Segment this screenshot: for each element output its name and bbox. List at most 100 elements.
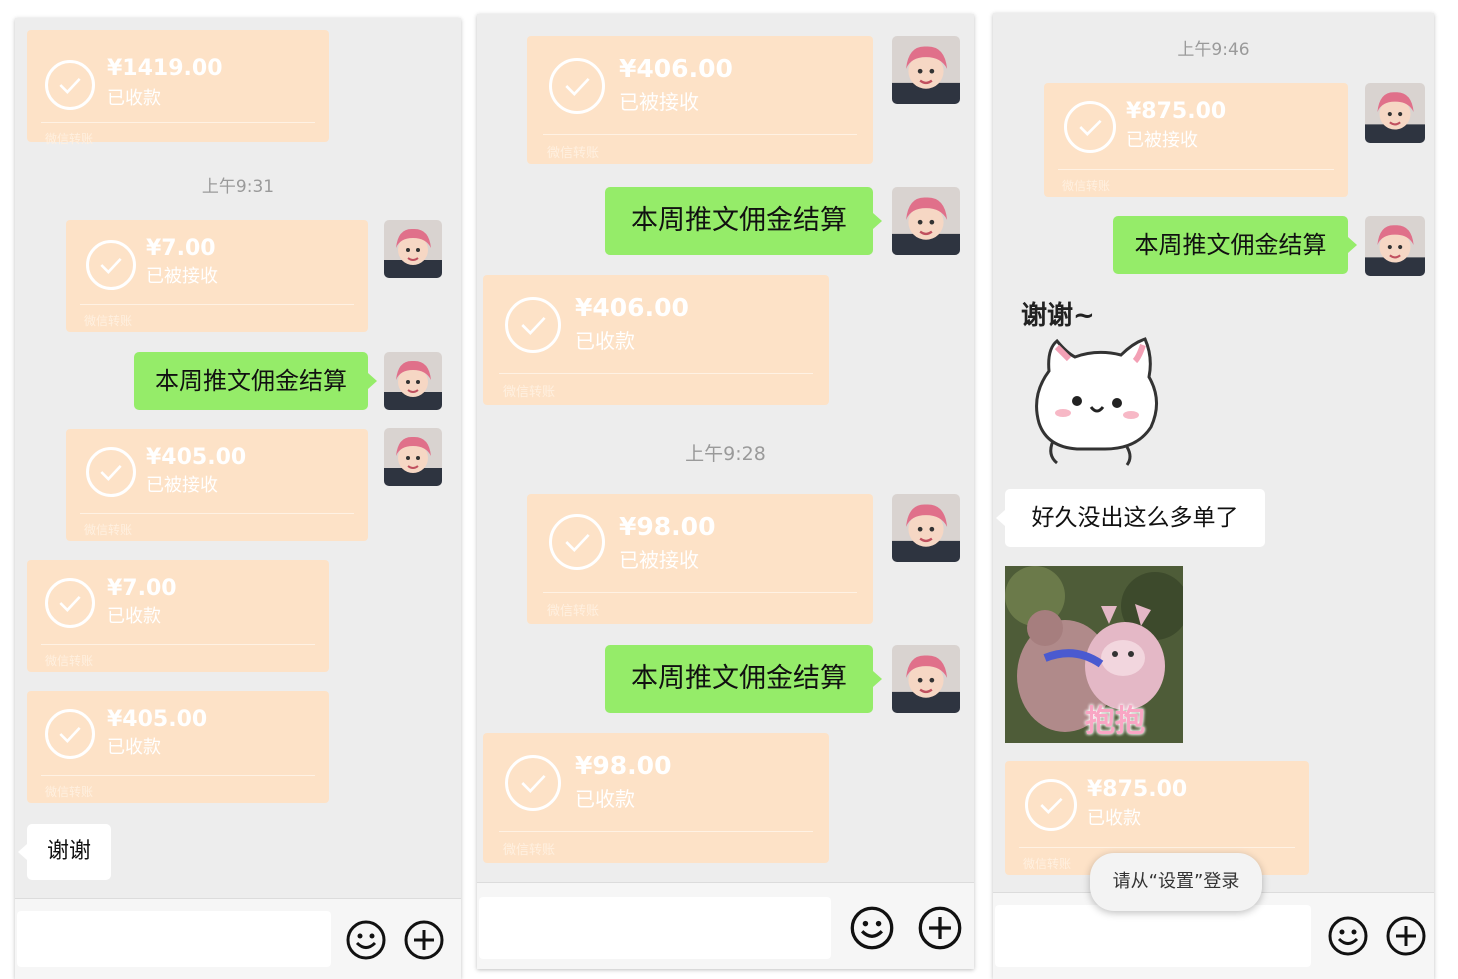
check-circle-icon bbox=[86, 447, 136, 497]
transfer-card[interactable]: ¥406.00 已被接收 微信转账 bbox=[527, 36, 873, 164]
transfer-status: 已被接收 bbox=[619, 548, 699, 572]
timestamp: 上午9:46 bbox=[1177, 40, 1250, 60]
avatar[interactable] bbox=[892, 494, 960, 562]
transfer-card[interactable]: ¥406.00 已收款 微信转账 bbox=[483, 275, 829, 405]
plus-icon[interactable] bbox=[1385, 915, 1427, 957]
cat-illustration bbox=[1035, 337, 1158, 466]
transfer-amount: ¥1419.00 bbox=[107, 56, 223, 81]
transfer-card[interactable]: ¥7.00 已收款 微信转账 bbox=[27, 560, 329, 672]
login-toast: 请从“设置”登录 bbox=[1090, 853, 1262, 911]
avatar[interactable] bbox=[1365, 216, 1425, 276]
cat-sticker[interactable]: 谢谢~ bbox=[1017, 293, 1187, 473]
check-circle-icon bbox=[549, 58, 605, 114]
check-circle-icon bbox=[505, 755, 561, 811]
transfer-status: 已收款 bbox=[107, 606, 161, 627]
transfer-amount: ¥7.00 bbox=[107, 576, 177, 601]
transfer-card[interactable]: ¥405.00 已收款 微信转账 bbox=[27, 691, 329, 803]
emoji-icon[interactable] bbox=[849, 905, 895, 951]
transfer-card[interactable]: ¥875.00 已被接收 微信转账 bbox=[1044, 83, 1348, 197]
received-message[interactable]: 谢谢 bbox=[27, 824, 111, 880]
check-circle-icon bbox=[45, 709, 95, 759]
divider bbox=[499, 373, 813, 374]
input-bar bbox=[15, 898, 461, 979]
transfer-amount: ¥875.00 bbox=[1126, 99, 1227, 124]
chat-panel-1: ¥1419.00 已收款 微信转账 上午9:31 ¥7.00 已被接收 微信转账… bbox=[15, 18, 461, 979]
divider bbox=[41, 122, 315, 123]
transfer-card[interactable]: ¥7.00 已被接收 微信转账 bbox=[66, 220, 368, 332]
chat-panel-2: ¥406.00 已被接收 微信转账 本周推文佣金结算 ¥406.00 已收款 微… bbox=[477, 14, 974, 969]
transfer-card[interactable]: ¥405.00 已被接收 微信转账 bbox=[66, 429, 368, 541]
bubble-tail bbox=[1348, 237, 1357, 253]
sent-message[interactable]: 本周推文佣金结算 bbox=[134, 352, 368, 410]
transfer-status: 已收款 bbox=[575, 787, 635, 811]
transfer-status: 已被接收 bbox=[619, 90, 699, 114]
transfer-footer: 微信转账 bbox=[84, 523, 133, 537]
timestamp: 上午9:31 bbox=[201, 177, 275, 197]
message-input[interactable] bbox=[17, 911, 331, 967]
transfer-amount: ¥405.00 bbox=[107, 707, 208, 732]
divider bbox=[543, 592, 857, 593]
check-circle-icon bbox=[549, 514, 605, 570]
transfer-amount: ¥405.00 bbox=[146, 445, 247, 470]
sent-message[interactable]: 本周推文佣金结算 bbox=[1113, 216, 1348, 274]
check-circle-icon bbox=[1064, 101, 1116, 153]
transfer-footer: 微信转账 bbox=[45, 785, 94, 799]
avatar[interactable] bbox=[384, 428, 442, 486]
emoji-icon[interactable] bbox=[345, 919, 387, 961]
transfer-amount: ¥875.00 bbox=[1087, 777, 1188, 802]
check-circle-icon bbox=[1025, 779, 1077, 831]
transfer-status: 已收款 bbox=[1087, 808, 1141, 829]
input-bar bbox=[477, 882, 974, 969]
divider bbox=[80, 513, 354, 514]
avatar[interactable] bbox=[384, 220, 442, 278]
transfer-footer: 微信转账 bbox=[45, 654, 94, 668]
avatar[interactable] bbox=[892, 187, 960, 255]
transfer-footer: 微信转账 bbox=[503, 843, 556, 858]
transfer-footer: 微信转账 bbox=[45, 132, 94, 146]
check-circle-icon bbox=[45, 578, 95, 628]
emoji-icon[interactable] bbox=[1327, 915, 1369, 957]
transfer-amount: ¥98.00 bbox=[619, 512, 716, 541]
timestamp: 上午9:28 bbox=[685, 443, 766, 465]
bubble-tail bbox=[873, 213, 882, 229]
avatar[interactable] bbox=[892, 36, 960, 104]
transfer-status: 已收款 bbox=[107, 737, 161, 758]
check-circle-icon bbox=[505, 297, 561, 353]
hug-sticker[interactable]: 抱抱 bbox=[1005, 566, 1183, 743]
bubble-tail bbox=[996, 510, 1005, 526]
transfer-amount: ¥406.00 bbox=[619, 54, 733, 83]
bubble-tail bbox=[873, 671, 882, 687]
check-circle-icon bbox=[45, 60, 95, 110]
sticker-caption: 抱抱 bbox=[1085, 704, 1145, 739]
sent-message[interactable]: 本周推文佣金结算 bbox=[605, 645, 873, 713]
divider bbox=[543, 134, 857, 135]
plus-icon[interactable] bbox=[403, 919, 445, 961]
transfer-status: 已被接收 bbox=[1126, 130, 1198, 151]
transfer-footer: 微信转账 bbox=[1062, 179, 1111, 193]
avatar[interactable] bbox=[1365, 83, 1425, 143]
transfer-amount: ¥406.00 bbox=[575, 293, 689, 322]
avatar[interactable] bbox=[384, 352, 442, 410]
transfer-footer: 微信转账 bbox=[503, 385, 556, 400]
avatar[interactable] bbox=[892, 645, 960, 713]
transfer-footer: 微信转账 bbox=[547, 604, 600, 619]
sent-message[interactable]: 本周推文佣金结算 bbox=[605, 187, 873, 255]
transfer-card[interactable]: ¥98.00 已被接收 微信转账 bbox=[527, 494, 873, 624]
bubble-tail bbox=[368, 373, 377, 389]
message-input[interactable] bbox=[479, 897, 831, 959]
divider bbox=[499, 831, 813, 832]
transfer-card[interactable]: ¥1419.00 已收款 微信转账 bbox=[27, 30, 329, 146]
transfer-status: 已被接收 bbox=[146, 266, 218, 287]
transfer-footer: 微信转账 bbox=[1023, 857, 1072, 871]
sticker-caption: 谢谢~ bbox=[1021, 301, 1095, 331]
message-input[interactable] bbox=[995, 905, 1311, 967]
bubble-tail bbox=[18, 844, 27, 860]
transfer-status: 已收款 bbox=[575, 329, 635, 353]
transfer-status: 已收款 bbox=[107, 88, 161, 109]
received-message[interactable]: 好久没出这么多单了 bbox=[1005, 489, 1265, 547]
transfer-card[interactable]: ¥98.00 已收款 微信转账 bbox=[483, 733, 829, 863]
transfer-footer: 微信转账 bbox=[84, 314, 133, 328]
divider bbox=[1058, 169, 1334, 170]
transfer-amount: ¥98.00 bbox=[575, 751, 672, 780]
plus-icon[interactable] bbox=[917, 905, 963, 951]
